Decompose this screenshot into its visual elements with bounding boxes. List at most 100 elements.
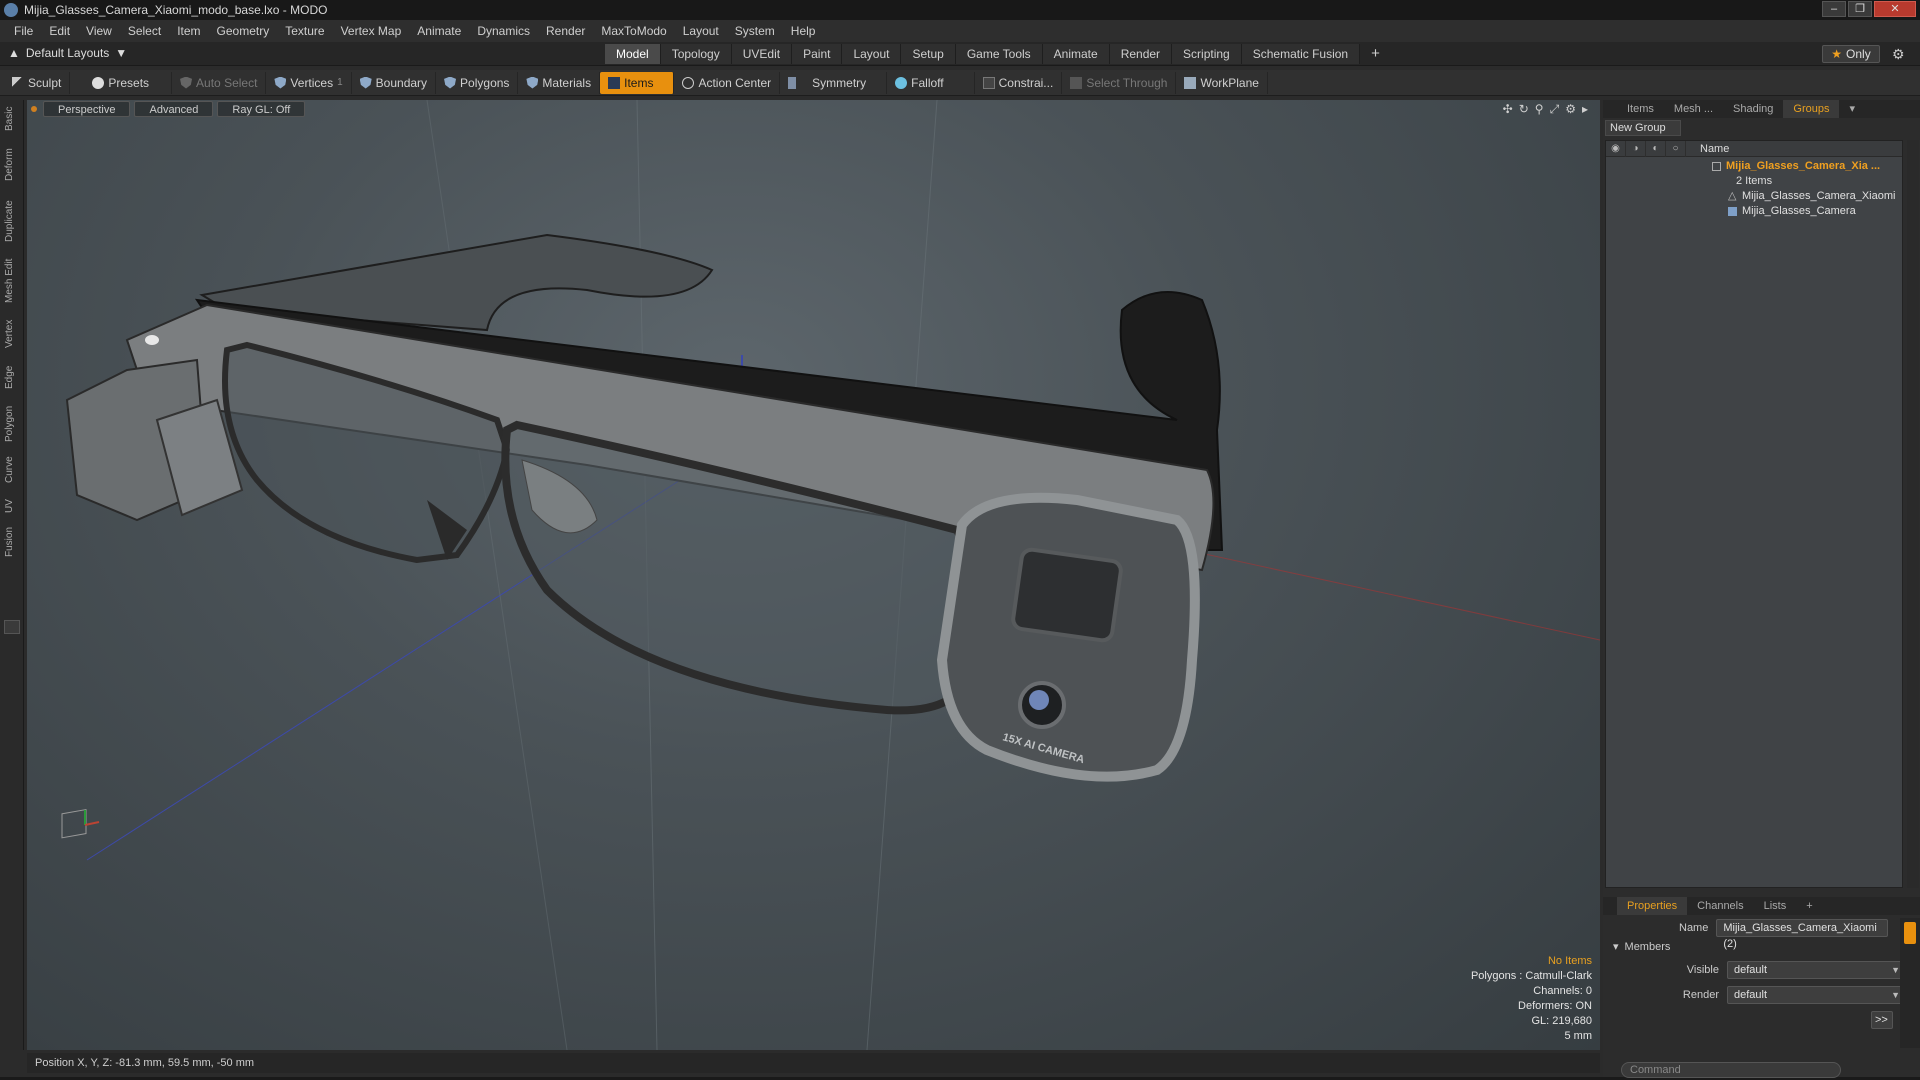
tab-channels[interactable]: Channels: [1687, 897, 1753, 915]
eye-icon[interactable]: ◉: [1606, 140, 1626, 157]
presets-button[interactable]: Presets: [70, 71, 173, 94]
menu-help[interactable]: Help: [783, 24, 824, 38]
tab-model[interactable]: Model: [605, 44, 661, 64]
fit-icon[interactable]: ⤢: [1550, 102, 1560, 117]
tab-scripting[interactable]: Scripting: [1172, 44, 1242, 64]
visible-select[interactable]: default ▼: [1727, 961, 1905, 979]
vtab-fusion[interactable]: Fusion: [4, 524, 20, 560]
minimize-icon[interactable]: –: [1822, 1, 1846, 17]
menu-select[interactable]: Select: [120, 24, 169, 38]
materials-button[interactable]: Materials: [518, 71, 601, 94]
menu-render[interactable]: Render: [538, 24, 593, 38]
menu-item[interactable]: Item: [169, 24, 208, 38]
action-center-button[interactable]: Action Center: [674, 71, 781, 94]
select-through-button[interactable]: Select Through: [1062, 71, 1177, 94]
tab-groups[interactable]: Groups: [1783, 100, 1840, 118]
tab-setup[interactable]: Setup: [901, 44, 956, 64]
tab-render[interactable]: Render: [1109, 44, 1173, 64]
select-col-icon[interactable]: ○: [1666, 140, 1686, 157]
close-icon[interactable]: ✕: [1874, 1, 1916, 17]
layout-up-icon: ▲: [8, 46, 20, 60]
name-column-header[interactable]: Name: [1700, 143, 1729, 155]
tab-layout[interactable]: Layout: [842, 44, 902, 64]
new-group-button[interactable]: New Group: [1605, 120, 1681, 136]
boundary-button[interactable]: Boundary: [352, 71, 437, 94]
menu-edit[interactable]: Edit: [41, 24, 78, 38]
vertices-button[interactable]: Vertices 1: [266, 71, 352, 94]
member-row[interactable]: Mijia_Glasses_Camera: [1606, 204, 1902, 219]
menu-geometry[interactable]: Geometry: [209, 24, 278, 38]
tab-shading[interactable]: Shading: [1723, 100, 1783, 118]
tab-animate[interactable]: Animate: [1042, 44, 1110, 64]
vtab-uv[interactable]: UV: [4, 496, 20, 516]
workplane-button[interactable]: WorkPlane: [1176, 71, 1268, 94]
tab-schematic-fusion[interactable]: Schematic Fusion: [1241, 44, 1361, 64]
menu-system[interactable]: System: [727, 24, 783, 38]
falloff-button[interactable]: Falloff: [887, 71, 975, 94]
pan-icon[interactable]: ✣: [1503, 102, 1513, 117]
command-input[interactable]: Command: [1621, 1062, 1841, 1078]
layout-selector[interactable]: ▲ Default Layouts ▼: [8, 46, 127, 60]
add-tab-icon[interactable]: +: [1796, 897, 1822, 915]
name-field[interactable]: Mijia_Glasses_Camera_Xiaomi (2): [1716, 919, 1889, 950]
group-row[interactable]: Mijia_Glasses_Camera_Xia ...: [1606, 159, 1902, 174]
tab-game-tools[interactable]: Game Tools: [955, 44, 1043, 64]
items-button[interactable]: Items: [600, 71, 675, 94]
advanced-button[interactable]: Advanced: [134, 101, 214, 117]
right-side-strip: [1900, 918, 1920, 1048]
rotate-icon[interactable]: ↻: [1519, 102, 1529, 117]
view-mode-button[interactable]: Perspective: [43, 101, 131, 117]
viewport-menu-arrow-icon[interactable]: ▸: [1582, 102, 1588, 117]
panel-tabs-dropdown-icon[interactable]: ▾: [1839, 100, 1865, 118]
vtab-basic[interactable]: Basic: [4, 104, 20, 134]
gear-icon[interactable]: ⚙: [1892, 46, 1905, 63]
properties-lock-icon[interactable]: [1904, 922, 1916, 944]
only-button[interactable]: ★ Only: [1822, 45, 1880, 63]
menu-vertex-map[interactable]: Vertex Map: [333, 24, 410, 38]
menu-maxtomodo[interactable]: MaxToModo: [593, 24, 674, 38]
star-icon: ★: [1831, 47, 1843, 61]
symmetry-button[interactable]: Symmetry: [780, 71, 888, 94]
restore-icon[interactable]: ❐: [1848, 1, 1872, 17]
3d-viewport[interactable]: 15X AI CAMERA Perspective Advanced Ray G…: [27, 100, 1600, 1050]
vtab-mesh-edit[interactable]: Mesh Edit: [4, 256, 20, 306]
tab-lists[interactable]: Lists: [1754, 897, 1797, 915]
menu-file[interactable]: File: [6, 24, 41, 38]
add-tab-icon[interactable]: +: [1360, 44, 1391, 64]
members-section[interactable]: ▾ Members: [1613, 940, 1670, 954]
render-select[interactable]: default ▼: [1727, 986, 1905, 1004]
menu-dynamics[interactable]: Dynamics: [469, 24, 538, 38]
tab-paint[interactable]: Paint: [792, 44, 843, 64]
tool-bar: Sculpt Presets Auto Select Vertices 1 Bou…: [0, 70, 1920, 96]
vtab-polygon[interactable]: Polygon: [4, 402, 20, 446]
vtab-vertex[interactable]: Vertex: [4, 316, 20, 352]
vtab-deform[interactable]: Deform: [4, 146, 20, 184]
sculpt-button[interactable]: Sculpt: [4, 71, 71, 94]
menu-view[interactable]: View: [78, 24, 120, 38]
auto-select-button[interactable]: Auto Select: [172, 71, 267, 94]
polygons-button[interactable]: Polygons: [436, 71, 519, 94]
tab-properties[interactable]: Properties: [1617, 897, 1688, 915]
member-row[interactable]: △ Mijia_Glasses_Camera_Xiaomi: [1606, 189, 1902, 204]
raygl-button[interactable]: Ray GL: Off: [217, 101, 306, 117]
menu-bar: File Edit View Select Item Geometry Text…: [0, 20, 1920, 42]
menu-animate[interactable]: Animate: [409, 24, 469, 38]
render-col-icon[interactable]: ◑: [1626, 140, 1646, 157]
group-list[interactable]: ◉ ◑ ◐ ○ Name Mijia_Glasses_Camera_Xia ..…: [1605, 140, 1903, 888]
menu-texture[interactable]: Texture: [277, 24, 332, 38]
viewport-gear-icon[interactable]: ⚙: [1565, 102, 1576, 117]
vtab-edge[interactable]: Edge: [4, 362, 20, 392]
tab-uvedit[interactable]: UVEdit: [731, 44, 793, 64]
zoom-icon[interactable]: ⚲: [1535, 102, 1544, 117]
expand-tabs-icon[interactable]: [4, 620, 20, 634]
vtab-duplicate[interactable]: Duplicate: [4, 196, 20, 246]
more-button[interactable]: >>: [1871, 1011, 1893, 1029]
group-list-scrollbar[interactable]: [1907, 140, 1919, 888]
vtab-curve[interactable]: Curve: [4, 454, 20, 486]
tab-mesh[interactable]: Mesh ...: [1664, 100, 1723, 118]
constraints-button[interactable]: Constrai...: [975, 71, 1063, 94]
menu-layout[interactable]: Layout: [675, 24, 727, 38]
tab-topology[interactable]: Topology: [660, 44, 732, 64]
tab-items[interactable]: Items: [1617, 100, 1664, 118]
lock-icon[interactable]: ◐: [1646, 140, 1666, 157]
